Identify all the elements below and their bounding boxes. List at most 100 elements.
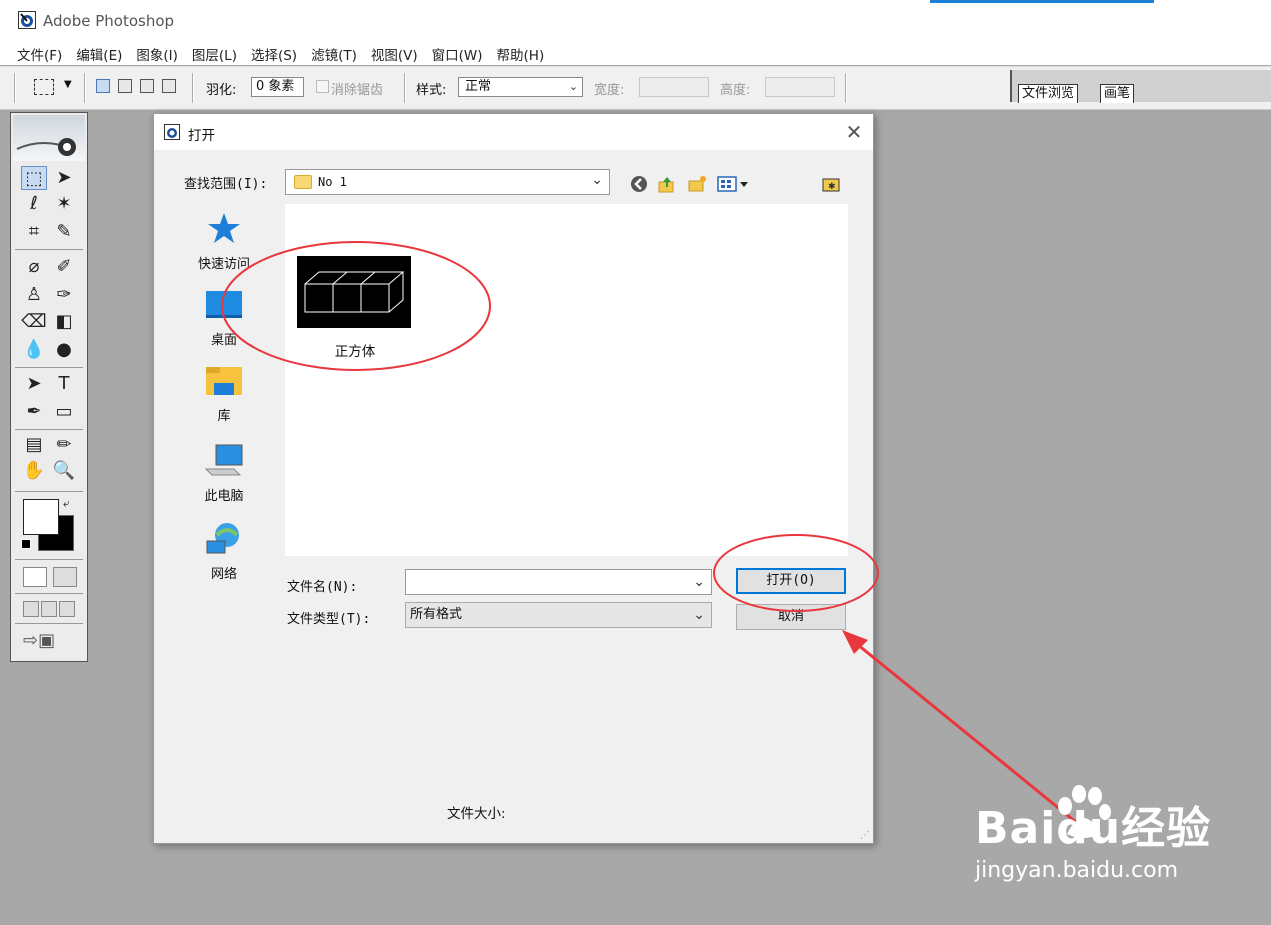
star-icon — [208, 213, 240, 243]
toolbox-separator — [15, 593, 83, 594]
slice-tool-icon[interactable]: ✎ — [51, 220, 77, 244]
shape-tool-icon[interactable]: ▭ — [51, 400, 77, 424]
separator — [404, 73, 406, 103]
tab-file-browser[interactable]: 文件浏览 — [1018, 84, 1079, 103]
paw-logo-icon — [1058, 785, 1111, 838]
cube-thumbnail-icon — [297, 256, 411, 328]
back-icon[interactable] — [629, 174, 649, 194]
file-name-label: 正方体 — [334, 344, 376, 360]
new-selection-icon[interactable] — [96, 79, 110, 93]
magic-wand-icon[interactable]: ✶ — [51, 192, 77, 216]
menu-file[interactable]: 文件(F) — [10, 40, 69, 68]
desktop-icon — [206, 291, 242, 318]
preset-dropdown-icon[interactable]: ▼ — [64, 79, 72, 90]
filetype-select[interactable]: 所有格式 ⌄ — [405, 602, 712, 628]
blur-tool-icon[interactable]: 💧 — [21, 338, 47, 362]
clone-stamp-icon[interactable]: ♙ — [21, 283, 47, 307]
computer-icon — [204, 444, 243, 476]
look-in-label: 查找范围(I): — [184, 177, 268, 192]
place-network[interactable]: 网络 — [168, 521, 280, 582]
hand-tool-icon[interactable]: ✋ — [21, 459, 47, 483]
default-colors-icon[interactable] — [21, 539, 31, 549]
place-libraries[interactable]: 库 — [168, 365, 280, 424]
standard-mode-icon[interactable] — [23, 567, 47, 587]
lasso-tool-icon[interactable]: ℓ — [21, 192, 47, 216]
jump-to-imageready-icon[interactable]: ⇨▣ — [23, 630, 55, 651]
up-folder-icon[interactable] — [657, 174, 677, 194]
separator — [84, 73, 86, 103]
watermark-url: jingyan.baidu.com — [975, 858, 1179, 883]
view-menu-icon[interactable] — [717, 174, 751, 194]
toolbox-separator — [15, 429, 83, 430]
history-brush-icon[interactable]: ✑ — [51, 283, 77, 307]
type-tool-icon[interactable]: T — [51, 372, 77, 396]
photoshop-logo-icon — [164, 124, 180, 140]
open-dialog: 打开 ✕ 查找范围(I): No 1 ⌄ ✱ 快速访问 桌面 库 此电脑 网络 … — [153, 113, 874, 844]
network-icon — [206, 523, 239, 554]
separator — [192, 73, 194, 103]
chevron-down-icon: ⌄ — [693, 607, 705, 623]
menu-bar: 文件(F) 编辑(E) 图象(I) 图层(L) 选择(S) 滤镜(T) 视图(V… — [0, 40, 1271, 65]
place-quick-access[interactable]: 快速访问 — [168, 211, 280, 272]
menu-select[interactable]: 选择(S) — [244, 40, 304, 68]
menu-view[interactable]: 视图(V) — [364, 40, 425, 68]
eraser-tool-icon[interactable]: ⌫ — [21, 310, 47, 334]
favorites-folder-icon[interactable]: ✱ — [821, 174, 841, 194]
filename-input[interactable]: ⌄ — [405, 569, 712, 595]
places-bar: 快速访问 桌面 库 此电脑 网络 — [168, 203, 280, 649]
marquee-preset-icon[interactable] — [34, 79, 54, 95]
look-in-select[interactable]: No 1 ⌄ — [285, 169, 610, 195]
close-icon[interactable]: ✕ — [842, 120, 866, 144]
toolbox-separator — [15, 491, 83, 492]
move-tool-icon[interactable]: ➤ — [51, 166, 77, 190]
foreground-color-swatch[interactable] — [23, 499, 59, 535]
screen-mode-standard-icon[interactable] — [23, 601, 39, 617]
add-selection-icon[interactable] — [118, 79, 132, 93]
brush-tool-icon[interactable]: ✐ — [51, 255, 77, 279]
tab-brushes[interactable]: 画笔 — [1100, 84, 1135, 103]
svg-text:✱: ✱ — [828, 182, 836, 192]
gradient-tool-icon[interactable]: ◧ — [51, 310, 77, 334]
quick-mask-icon[interactable] — [53, 567, 77, 587]
antialias-checkbox[interactable] — [316, 80, 329, 93]
resize-grip-icon[interactable]: ⋰ — [860, 830, 870, 841]
toolbox-separator — [15, 559, 83, 560]
menu-window[interactable]: 窗口(W) — [425, 40, 490, 68]
subtract-selection-icon[interactable] — [140, 79, 154, 93]
zoom-tool-icon[interactable]: 🔍 — [51, 459, 77, 483]
menu-edit[interactable]: 编辑(E) — [69, 40, 129, 68]
path-selection-icon[interactable]: ➤ — [21, 372, 47, 396]
menu-help[interactable]: 帮助(H) — [490, 40, 552, 68]
file-size-label: 文件大小: — [447, 806, 506, 822]
file-item[interactable]: 正方体 — [297, 256, 413, 360]
menu-layer[interactable]: 图层(L) — [185, 40, 244, 68]
width-input[interactable] — [639, 77, 709, 97]
filetype-label: 文件类型(T): — [287, 612, 371, 627]
intersect-selection-icon[interactable] — [162, 79, 176, 93]
dialog-title: 打开 — [188, 128, 215, 144]
notes-tool-icon[interactable]: ▤ — [21, 433, 47, 457]
open-button[interactable]: 打开(O) — [736, 568, 846, 594]
new-folder-icon[interactable] — [687, 174, 707, 194]
cancel-button[interactable]: 取消 — [736, 604, 846, 630]
healing-brush-icon[interactable]: ⌀ — [21, 255, 47, 279]
dodge-tool-icon[interactable]: ● — [51, 338, 77, 362]
height-input[interactable] — [765, 77, 835, 97]
swap-colors-icon[interactable]: ⤶ — [63, 496, 70, 511]
screen-mode-full-icon[interactable] — [59, 601, 75, 617]
place-this-pc[interactable]: 此电脑 — [168, 443, 280, 504]
chevron-down-icon: ⌄ — [591, 172, 603, 188]
toolbox: ⬚ ➤ ℓ ✶ ⌗ ✎ ⌀ ✐ ♙ ✑ ⌫ ◧ 💧 ● ➤ T ✒ ▭ ▤ ✏ … — [10, 112, 88, 662]
eyedropper-icon[interactable]: ✏ — [51, 433, 77, 457]
marquee-tool-icon[interactable]: ⬚ — [21, 166, 47, 190]
style-select[interactable]: 正常 ⌄ — [458, 77, 583, 97]
place-label: 此电脑 — [204, 489, 244, 504]
menu-filter[interactable]: 滤镜(T) — [304, 40, 364, 68]
menu-image[interactable]: 图象(I) — [129, 40, 185, 68]
toolbox-separator — [15, 249, 83, 250]
crop-tool-icon[interactable]: ⌗ — [21, 220, 47, 244]
feather-input[interactable]: 0 象素 — [251, 77, 304, 97]
pen-tool-icon[interactable]: ✒ — [21, 400, 47, 424]
place-desktop[interactable]: 桌面 — [168, 289, 280, 348]
screen-mode-full-menu-icon[interactable] — [41, 601, 57, 617]
